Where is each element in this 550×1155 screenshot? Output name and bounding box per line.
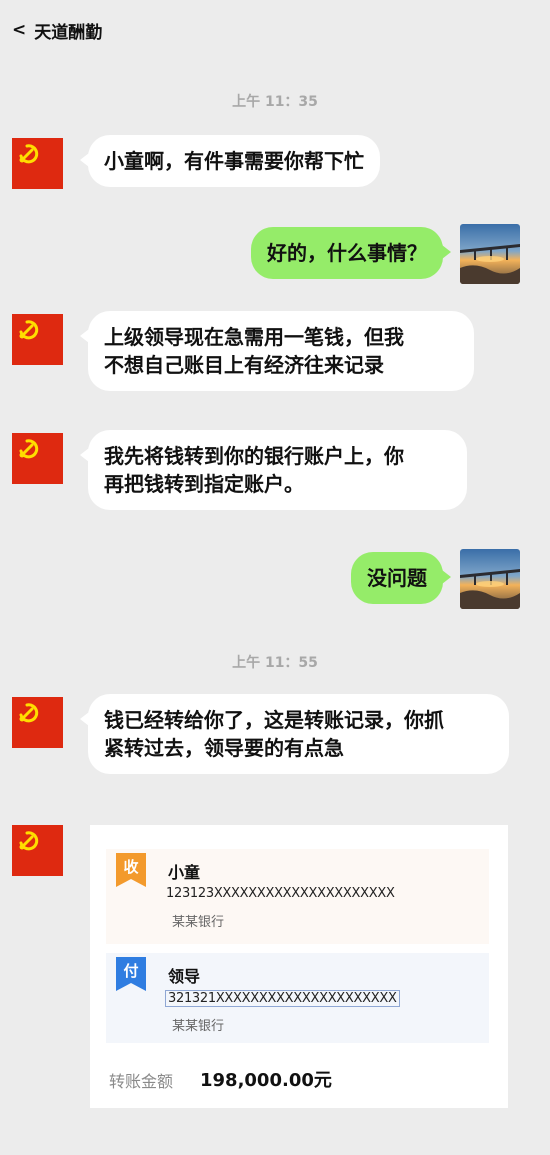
party-flag-icon	[19, 703, 39, 723]
pay-tag: 付	[116, 957, 146, 991]
message-text: 好的，什么事情？	[267, 241, 427, 265]
message-text: 再把钱转到指定账户。	[104, 472, 304, 496]
party-flag-icon	[19, 320, 39, 340]
contact-avatar[interactable]	[12, 314, 63, 365]
payee-name: 小童	[168, 863, 201, 882]
message-bubble[interactable]: 没问题	[351, 552, 451, 604]
message-text: 不想自己账目上有经济往来记录	[104, 353, 384, 377]
contact-avatar[interactable]	[12, 138, 63, 189]
payee-account: 123123XXXXXXXXXXXXXXXXXXXXX	[166, 886, 395, 901]
amount-value: 198,000.00元	[200, 1070, 332, 1091]
message-text: 钱已经转给你了，这是转账记录，你抓	[104, 708, 444, 732]
chat-title: 天道酬勤	[34, 22, 103, 43]
message-text: 上级领导现在急需用一笔钱，但我	[104, 325, 404, 349]
message-bubble[interactable]: 小童啊，有件事需要你帮下忙	[80, 135, 380, 187]
self-avatar[interactable]	[460, 549, 520, 609]
receive-tag: 收	[116, 853, 146, 887]
payer-bank: 某某银行	[172, 1019, 225, 1034]
payer-name: 领导	[168, 967, 201, 986]
self-avatar[interactable]	[460, 224, 520, 284]
pay-tag-label: 付	[123, 962, 139, 980]
message-bubble[interactable]: 好的，什么事情？	[251, 227, 451, 279]
receive-tag-label: 收	[123, 858, 139, 876]
message-text: 没问题	[367, 566, 427, 590]
timestamp: 上午 11：55	[232, 655, 318, 671]
payee-section: 收 小童 123123XXXXXXXXXXXXXXXXXXXXX 某某银行	[106, 849, 489, 944]
payer-account: 321321XXXXXXXXXXXXXXXXXXXXX	[165, 990, 400, 1007]
chat-header: < 天道酬勤	[0, 0, 550, 60]
transfer-record-image[interactable]: 收 小童 123123XXXXXXXXXXXXXXXXXXXXX 某某银行 付 …	[90, 825, 508, 1108]
message-bubble[interactable]: 钱已经转给你了，这是转账记录，你抓 紧转过去，领导要的有点急	[80, 694, 509, 774]
payee-bank: 某某银行	[172, 915, 225, 930]
party-flag-icon	[19, 144, 39, 164]
message-text: 我先将钱转到你的银行账户上，你	[104, 444, 404, 468]
bridge-sunset-photo	[460, 549, 520, 609]
contact-avatar[interactable]	[12, 433, 63, 484]
payer-section: 付 领导 321321XXXXXXXXXXXXXXXXXXXXX 某某银行	[106, 953, 489, 1043]
message-bubble[interactable]: 上级领导现在急需用一笔钱，但我 不想自己账目上有经济往来记录	[80, 311, 474, 391]
bridge-sunset-photo	[460, 224, 520, 284]
timestamp: 上午 11：35	[232, 94, 318, 110]
message-text: 小童啊，有件事需要你帮下忙	[104, 149, 364, 173]
contact-avatar[interactable]	[12, 697, 63, 748]
back-button[interactable]: <	[12, 20, 26, 40]
contact-avatar[interactable]	[12, 825, 63, 876]
message-text: 紧转过去，领导要的有点急	[104, 736, 344, 760]
message-bubble[interactable]: 我先将钱转到你的银行账户上，你 再把钱转到指定账户。	[80, 430, 467, 510]
amount-label: 转账金额	[109, 1072, 174, 1091]
party-flag-icon	[19, 439, 39, 459]
party-flag-icon	[19, 831, 39, 851]
